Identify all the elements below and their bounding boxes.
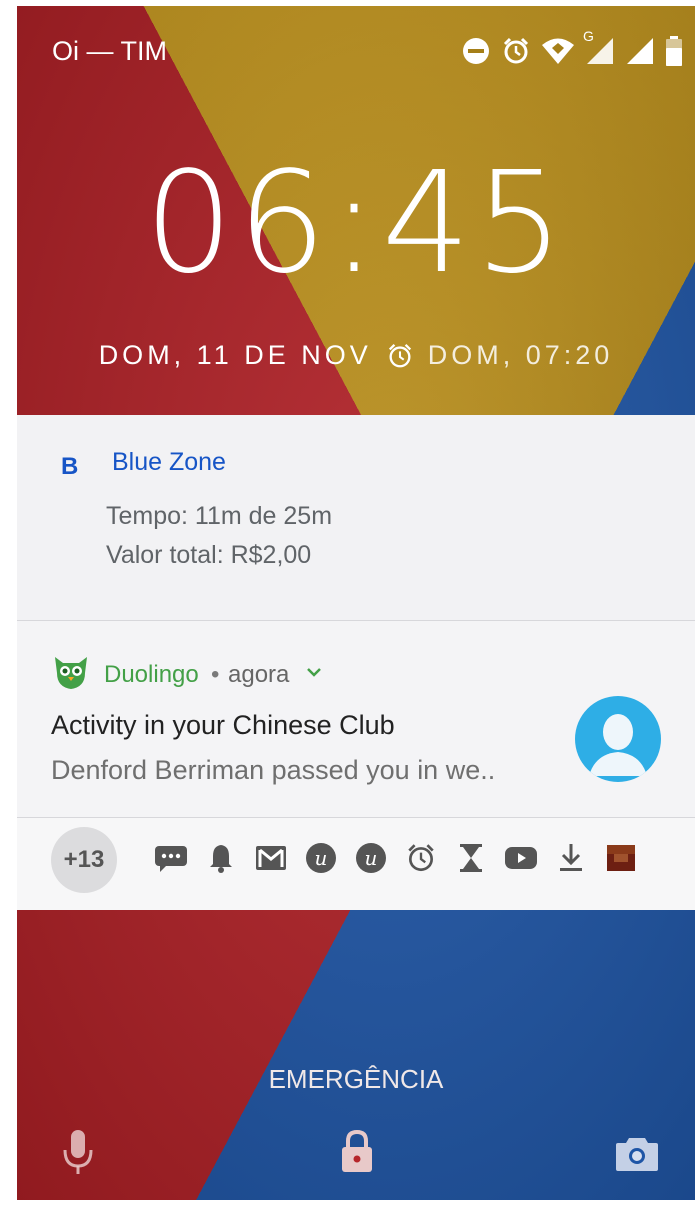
hourglass-icon [453, 840, 489, 876]
expand-chevron-icon[interactable] [304, 658, 324, 686]
microphone-icon[interactable] [61, 1128, 95, 1178]
gmail-icon [253, 840, 289, 876]
camera-icon[interactable] [615, 1134, 659, 1172]
emergency-button[interactable]: EMERGÊNCIA [17, 1064, 695, 1095]
signal-icon [625, 36, 655, 66]
duolingo-owl-icon [51, 651, 91, 691]
date-line: DOM, 11 DE NOV DOM, 07:20 [17, 340, 695, 371]
lock-screen: Oi — TIM G 06:45 DOM, 11 DE NOV DOM, 07:… [17, 6, 695, 1200]
bell-icon [203, 840, 239, 876]
overflow-icons: u u [153, 840, 639, 876]
svg-text:u: u [365, 846, 378, 870]
signal-g-icon: G [583, 28, 615, 66]
app-u-icon: u [303, 840, 339, 876]
notification-title: Activity in your Chinese Club [51, 710, 395, 740]
more-notifications-badge[interactable]: +13 [51, 827, 117, 893]
notification-line-tempo: Tempo: 11m de 25m [106, 502, 333, 530]
download-icon [553, 840, 589, 876]
alarm-icon [386, 342, 414, 370]
battery-icon [665, 36, 683, 66]
alarm-icon [501, 36, 531, 66]
separator-dot: • [211, 661, 220, 688]
notification-line-valor: Valor total: R$2,00 [106, 541, 312, 569]
notification-text: Denford Berriman passed you in we.. [51, 755, 496, 785]
youtube-icon [503, 840, 539, 876]
notification-app-name: Duolingo [104, 661, 199, 688]
alarm-icon [403, 840, 439, 876]
svg-text:u: u [315, 846, 328, 870]
notification-time: agora [228, 661, 290, 688]
network-type-label: G [583, 28, 594, 44]
app-u-icon: u [353, 840, 389, 876]
lockscreen-clock: 06:45 [144, 142, 568, 305]
lockscreen-date: DOM, 11 DE NOV [98, 340, 372, 370]
message-icon [153, 840, 189, 876]
notification-app-name: Blue Zone [112, 448, 226, 476]
next-alarm-time: DOM, 07:20 [427, 340, 614, 370]
wifi-icon [541, 36, 575, 66]
do-not-disturb-icon [461, 36, 491, 66]
avatar [575, 696, 661, 782]
status-bar: Oi — TIM G [17, 6, 695, 96]
lock-icon[interactable] [339, 1128, 375, 1174]
status-icons: G [461, 28, 683, 66]
carrier-label: Oi — TIM [52, 36, 168, 66]
bluezone-app-icon: B [61, 453, 79, 480]
app-thumbnail-icon [603, 840, 639, 876]
